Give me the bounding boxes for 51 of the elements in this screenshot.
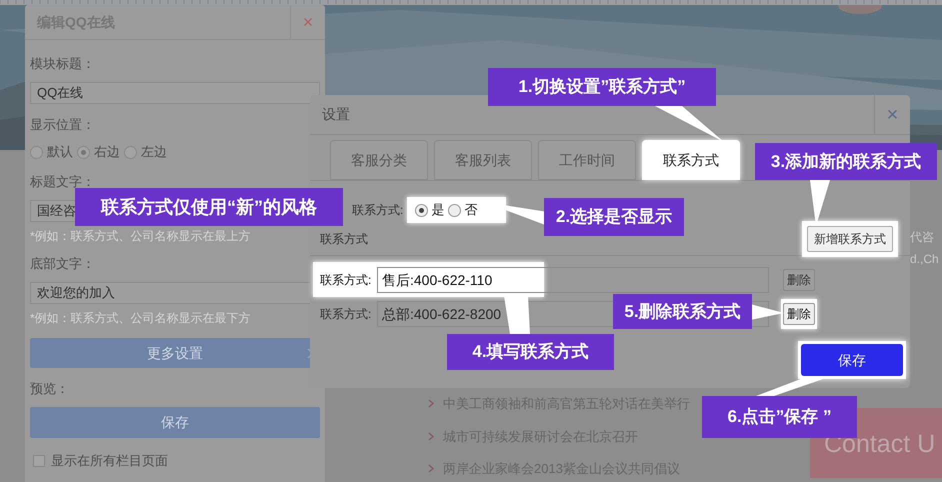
radio-label: 默认 [47, 143, 73, 162]
close-button[interactable]: × [874, 94, 910, 134]
hint-text: *例如：联系方式、公司名称显示在最上方 [30, 230, 252, 242]
section-title: 联系方式 [320, 231, 368, 248]
callout: 3.添加新的联系方式 [755, 143, 937, 180]
checkbox[interactable] [33, 455, 45, 467]
radio-label: 右边 [94, 143, 120, 162]
save-button[interactable]: 保存 [30, 407, 320, 438]
chevron-icon [428, 432, 434, 441]
callout-pointer [655, 106, 724, 142]
field-label: 预览： [30, 382, 69, 396]
tab[interactable]: 工作时间 [538, 140, 636, 180]
tab[interactable]: 客服分类 [330, 140, 428, 180]
partial-text: d.,Ch [910, 252, 940, 266]
tab[interactable]: 客服列表 [434, 140, 532, 180]
radio-button[interactable] [124, 146, 137, 158]
radio-button[interactable] [30, 146, 43, 158]
tab[interactable]: 联系方式 [642, 140, 740, 180]
field-label: 模块标题： [30, 57, 95, 71]
field-label: 联系方式: [320, 306, 372, 323]
radio-button[interactable] [77, 146, 90, 158]
field-label: 底部文字： [30, 257, 95, 271]
callout: 4.填写联系方式 [447, 334, 614, 370]
partial-text: 代咨 [910, 230, 935, 244]
delete-button[interactable]: 删除 [783, 303, 815, 325]
radio-label: 否 [464, 201, 478, 220]
checkbox-label: 显示在所有栏目页面 [51, 452, 168, 470]
callout: 5.删除联系方式 [613, 294, 752, 329]
radio-button[interactable] [415, 204, 428, 216]
field-label: 显示位置： [30, 118, 95, 132]
chevron-icon [428, 399, 434, 408]
chevron-icon [428, 464, 434, 474]
callout: 联系方式仅使用“新”的风格 [75, 188, 343, 226]
callout: 2.选择是否显示 [544, 198, 684, 236]
callout-pointer [504, 296, 530, 334]
input-field[interactable]: 售后:400-622-110 [377, 267, 769, 293]
radio-label: 左边 [141, 143, 167, 162]
hint-text: *例如：联系方式、公司名称显示在最下方 [30, 312, 252, 324]
radio-label: 是 [431, 201, 444, 220]
close-button[interactable]: × [290, 4, 325, 40]
add-contact-button[interactable]: 新增联系方式 [807, 226, 893, 252]
field-label: 标题文字： [30, 175, 95, 189]
delete-button[interactable]: 删除 [783, 269, 815, 291]
input-field[interactable]: QQ在线 [30, 82, 320, 104]
field-label: 联系方式: [352, 202, 404, 219]
save-button[interactable]: 保存 [801, 344, 903, 376]
field-label: 联系方式: [320, 272, 372, 289]
callout: 1.切换设置”联系方式” [488, 68, 716, 106]
dialog-title: 设置 [322, 105, 350, 124]
radio-button[interactable] [448, 204, 462, 216]
callout: 6.点击”保存 ” [702, 396, 857, 438]
